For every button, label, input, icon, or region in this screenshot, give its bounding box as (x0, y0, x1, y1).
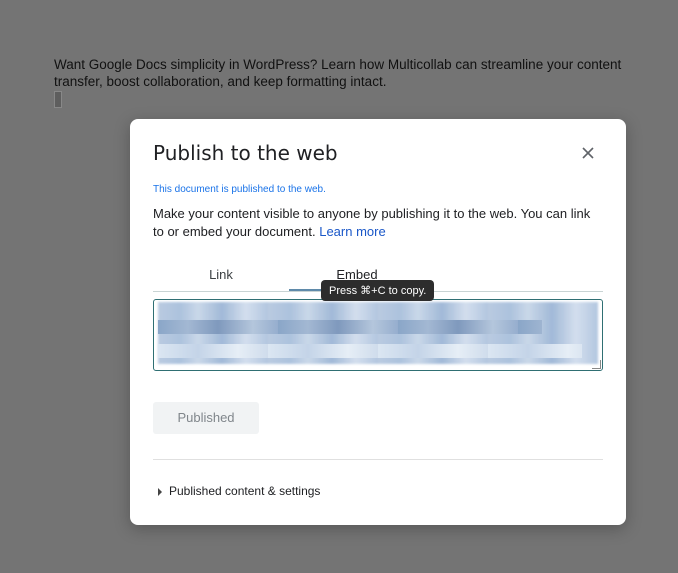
redacted-embed-code-line (158, 344, 582, 358)
close-icon (582, 147, 594, 159)
caret-right-icon (158, 487, 162, 496)
publish-dialog: Publish to the web This document is publ… (130, 119, 626, 525)
dialog-title: Publish to the web (153, 141, 338, 165)
close-button[interactable] (578, 143, 598, 163)
document-paragraph: Want Google Docs simplicity in WordPress… (54, 57, 622, 89)
redacted-embed-code-line (158, 320, 542, 334)
tab-link[interactable]: Link (153, 267, 289, 290)
divider (153, 459, 603, 460)
dialog-description: Make your content visible to anyone by p… (153, 205, 603, 241)
resize-handle[interactable] (592, 360, 601, 369)
embed-code-textarea[interactable] (153, 299, 603, 371)
learn-more-link[interactable]: Learn more (319, 224, 385, 239)
text-cursor (54, 91, 62, 108)
copy-tooltip: Press ⌘+C to copy. (321, 280, 435, 301)
published-settings-toggle[interactable]: Published content & settings (158, 484, 320, 498)
settings-toggle-label: Published content & settings (169, 484, 321, 498)
published-button[interactable]: Published (153, 402, 259, 434)
published-status-message: This document is published to the web. (153, 184, 326, 195)
